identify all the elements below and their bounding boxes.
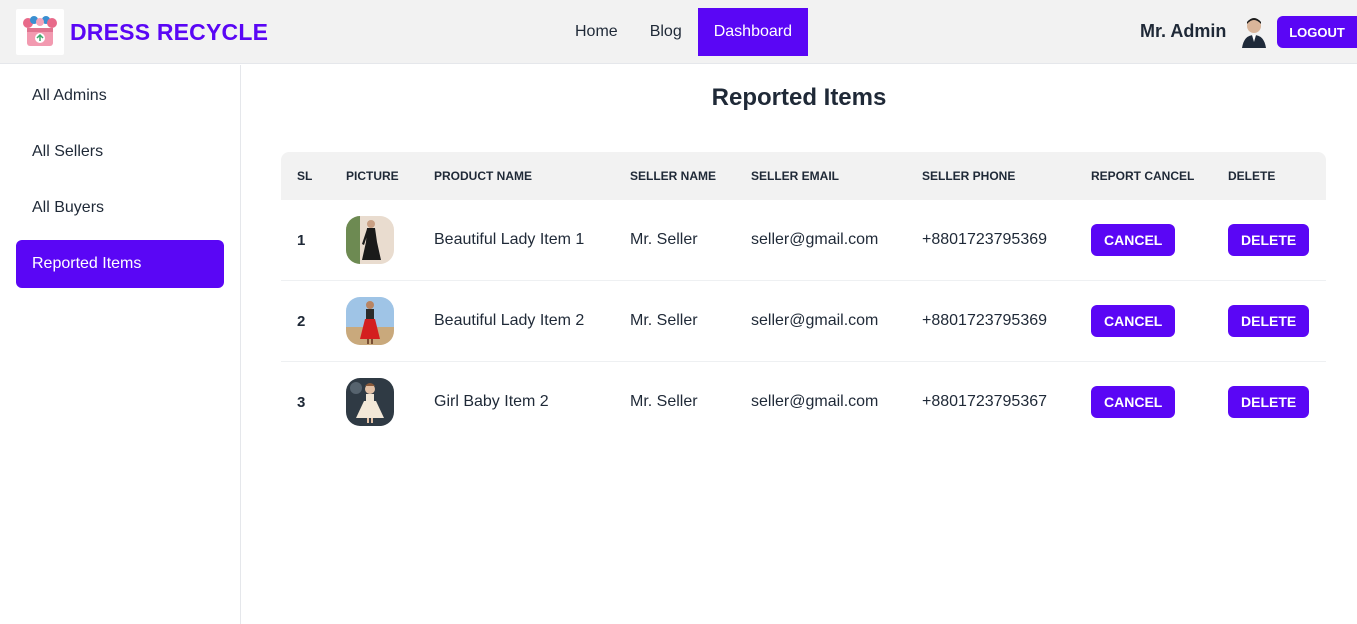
nav-blog-link[interactable]: Blog xyxy=(634,8,698,56)
sidebar-item-reported-items[interactable]: Reported Items xyxy=(16,240,224,288)
seller-phone: +8801723795369 xyxy=(922,231,1048,248)
table-row: 1 Beautiful Lady Item 1 Mr. Seller selle… xyxy=(281,200,1326,281)
table-row: 2 Beautiful Lady Item 2 Mr. Seller selle… xyxy=(281,281,1326,362)
sidebar-item-all-sellers[interactable]: All Sellers xyxy=(16,128,224,176)
header-seller-name: SELLER NAME xyxy=(630,169,717,183)
seller-phone: +8801723795367 xyxy=(922,393,1048,410)
seller-phone: +8801723795369 xyxy=(922,312,1048,329)
product-thumbnail xyxy=(346,200,394,280)
seller-name: Mr. Seller xyxy=(630,312,698,329)
seller-name: Mr. Seller xyxy=(630,393,698,410)
header-seller-email: SELLER EMAIL xyxy=(751,169,840,183)
header-report-cancel: REPORT CANCEL xyxy=(1091,169,1195,183)
sidebar: All Admins All Sellers All Buyers Report… xyxy=(0,65,241,624)
seller-email: seller@gmail.com xyxy=(751,312,879,329)
row-sl: 1 xyxy=(297,231,306,249)
header-picture: PICTURE xyxy=(346,169,399,183)
cancel-report-button[interactable]: CANCEL xyxy=(1091,224,1176,256)
reported-items-table: SL PICTURE PRODUCT NAME SELLER NAME SELL… xyxy=(281,152,1326,443)
delete-button[interactable]: DELETE xyxy=(1228,305,1310,337)
logout-button[interactable]: LOGOUT xyxy=(1277,16,1357,48)
table-header: SL PICTURE PRODUCT NAME SELLER NAME SELL… xyxy=(281,152,1326,200)
product-name: Beautiful Lady Item 1 xyxy=(434,231,585,248)
header-product-name: PRODUCT NAME xyxy=(434,169,532,183)
cancel-report-button[interactable]: CANCEL xyxy=(1091,305,1176,337)
nav-dashboard-link[interactable]: Dashboard xyxy=(697,8,808,56)
cancel-report-button[interactable]: CANCEL xyxy=(1091,386,1176,418)
product-thumbnail xyxy=(346,281,394,361)
page-title: Reported Items xyxy=(711,84,887,111)
sidebar-item-all-buyers[interactable]: All Buyers xyxy=(16,184,224,232)
recycle-logo-icon xyxy=(16,9,64,55)
brand[interactable]: DRESS RECYCLE xyxy=(16,9,268,55)
header-seller-phone: SELLER PHONE xyxy=(922,169,1016,183)
table-row: 3 Girl Baby Item 2 Mr. Seller seller@gma… xyxy=(281,362,1326,443)
seller-email: seller@gmail.com xyxy=(751,393,879,410)
seller-email: seller@gmail.com xyxy=(751,231,879,248)
sidebar-item-all-admins[interactable]: All Admins xyxy=(16,72,224,120)
delete-button[interactable]: DELETE xyxy=(1228,386,1310,418)
row-sl: 2 xyxy=(297,312,306,330)
product-thumbnail xyxy=(346,362,394,442)
navbar: DRESS RECYCLE Home Blog Dashboard Mr. Ad… xyxy=(0,0,1357,64)
row-sl: 3 xyxy=(297,393,306,411)
user-avatar-icon[interactable] xyxy=(1240,16,1268,48)
nav-home-link[interactable]: Home xyxy=(559,8,634,56)
brand-name: DRESS RECYCLE xyxy=(70,18,269,45)
user-name: Mr. Admin xyxy=(1140,21,1227,41)
seller-name: Mr. Seller xyxy=(630,231,698,248)
header-sl: SL xyxy=(297,169,313,183)
product-name: Beautiful Lady Item 2 xyxy=(434,312,585,329)
product-name: Girl Baby Item 2 xyxy=(434,393,549,410)
header-delete: DELETE xyxy=(1228,169,1276,183)
delete-button[interactable]: DELETE xyxy=(1228,224,1310,256)
nav-links: Home Blog Dashboard xyxy=(559,8,808,56)
